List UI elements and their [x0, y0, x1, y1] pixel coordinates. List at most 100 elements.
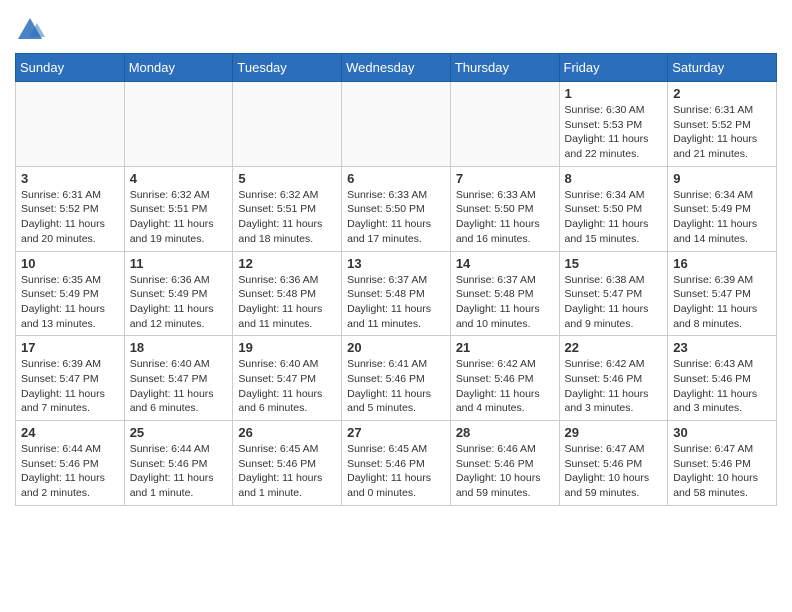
calendar-cell: 9 Sunrise: 6:34 AM Sunset: 5:49 PM Daylig… [668, 166, 777, 251]
calendar-cell [233, 82, 342, 167]
calendar-cell: 25 Sunrise: 6:44 AM Sunset: 5:46 PM Dayli… [124, 421, 233, 506]
logo-icon [15, 15, 45, 45]
calendar-week-row: 24 Sunrise: 6:44 AM Sunset: 5:46 PM Dayli… [16, 421, 777, 506]
calendar-cell: 27 Sunrise: 6:45 AM Sunset: 5:46 PM Dayli… [342, 421, 451, 506]
day-info: Sunrise: 6:31 AM Sunset: 5:52 PM Dayligh… [21, 188, 119, 247]
calendar-cell: 20 Sunrise: 6:41 AM Sunset: 5:46 PM Dayli… [342, 336, 451, 421]
day-info: Sunrise: 6:36 AM Sunset: 5:48 PM Dayligh… [238, 273, 336, 332]
day-info: Sunrise: 6:44 AM Sunset: 5:46 PM Dayligh… [130, 442, 228, 501]
calendar-week-row: 10 Sunrise: 6:35 AM Sunset: 5:49 PM Dayli… [16, 251, 777, 336]
day-info: Sunrise: 6:47 AM Sunset: 5:46 PM Dayligh… [565, 442, 663, 501]
calendar-cell: 7 Sunrise: 6:33 AM Sunset: 5:50 PM Daylig… [450, 166, 559, 251]
calendar-cell: 13 Sunrise: 6:37 AM Sunset: 5:48 PM Dayli… [342, 251, 451, 336]
calendar-cell [16, 82, 125, 167]
day-number: 14 [456, 256, 554, 271]
day-info: Sunrise: 6:34 AM Sunset: 5:49 PM Dayligh… [673, 188, 771, 247]
day-number: 13 [347, 256, 445, 271]
day-number: 16 [673, 256, 771, 271]
calendar-cell: 8 Sunrise: 6:34 AM Sunset: 5:50 PM Daylig… [559, 166, 668, 251]
calendar-week-row: 3 Sunrise: 6:31 AM Sunset: 5:52 PM Daylig… [16, 166, 777, 251]
day-info: Sunrise: 6:37 AM Sunset: 5:48 PM Dayligh… [347, 273, 445, 332]
day-number: 19 [238, 340, 336, 355]
day-number: 17 [21, 340, 119, 355]
day-number: 3 [21, 171, 119, 186]
calendar-cell: 16 Sunrise: 6:39 AM Sunset: 5:47 PM Dayli… [668, 251, 777, 336]
calendar-cell: 19 Sunrise: 6:40 AM Sunset: 5:47 PM Dayli… [233, 336, 342, 421]
day-number: 10 [21, 256, 119, 271]
calendar-cell: 6Sunrise: 6:33 AM Sunset: 5:50 PM Daylig… [342, 166, 451, 251]
day-number: 9 [673, 171, 771, 186]
day-number: 8 [565, 171, 663, 186]
calendar-table: SundayMondayTuesdayWednesdayThursdayFrid… [15, 53, 777, 506]
calendar-cell: 18 Sunrise: 6:40 AM Sunset: 5:47 PM Dayli… [124, 336, 233, 421]
weekday-header: Monday [124, 54, 233, 82]
calendar-cell: 17 Sunrise: 6:39 AM Sunset: 5:47 PM Dayli… [16, 336, 125, 421]
calendar-cell: 26 Sunrise: 6:45 AM Sunset: 5:46 PM Dayli… [233, 421, 342, 506]
day-number: 5 [238, 171, 336, 186]
day-info: Sunrise: 6:33 AM Sunset: 5:50 PM Dayligh… [347, 188, 445, 247]
day-info: Sunrise: 6:45 AM Sunset: 5:46 PM Dayligh… [347, 442, 445, 501]
weekday-header: Friday [559, 54, 668, 82]
day-info: Sunrise: 6:32 AM Sunset: 5:51 PM Dayligh… [130, 188, 228, 247]
day-info: Sunrise: 6:38 AM Sunset: 5:47 PM Dayligh… [565, 273, 663, 332]
day-number: 26 [238, 425, 336, 440]
weekday-header: Thursday [450, 54, 559, 82]
day-info: Sunrise: 6:34 AM Sunset: 5:50 PM Dayligh… [565, 188, 663, 247]
calendar-cell: 29Sunrise: 6:47 AM Sunset: 5:46 PM Dayli… [559, 421, 668, 506]
day-info: Sunrise: 6:39 AM Sunset: 5:47 PM Dayligh… [673, 273, 771, 332]
day-number: 18 [130, 340, 228, 355]
day-info: Sunrise: 6:41 AM Sunset: 5:46 PM Dayligh… [347, 357, 445, 416]
calendar-cell: 12 Sunrise: 6:36 AM Sunset: 5:48 PM Dayli… [233, 251, 342, 336]
weekday-header: Wednesday [342, 54, 451, 82]
day-info: Sunrise: 6:45 AM Sunset: 5:46 PM Dayligh… [238, 442, 336, 501]
day-info: Sunrise: 6:33 AM Sunset: 5:50 PM Dayligh… [456, 188, 554, 247]
calendar-cell: 4Sunrise: 6:32 AM Sunset: 5:51 PM Daylig… [124, 166, 233, 251]
calendar-cell: 24 Sunrise: 6:44 AM Sunset: 5:46 PM Dayli… [16, 421, 125, 506]
calendar-cell [124, 82, 233, 167]
calendar-cell: 30 Sunrise: 6:47 AM Sunset: 5:46 PM Dayli… [668, 421, 777, 506]
day-number: 7 [456, 171, 554, 186]
calendar-cell: 1Sunrise: 6:30 AM Sunset: 5:53 PM Daylig… [559, 82, 668, 167]
page-container: SundayMondayTuesdayWednesdayThursdayFrid… [0, 0, 792, 516]
day-number: 23 [673, 340, 771, 355]
calendar-cell: 14Sunrise: 6:37 AM Sunset: 5:48 PM Dayli… [450, 251, 559, 336]
calendar-cell: 15 Sunrise: 6:38 AM Sunset: 5:47 PM Dayli… [559, 251, 668, 336]
calendar-cell: 23 Sunrise: 6:43 AM Sunset: 5:46 PM Dayli… [668, 336, 777, 421]
calendar-cell: 22 Sunrise: 6:42 AM Sunset: 5:46 PM Dayli… [559, 336, 668, 421]
day-info: Sunrise: 6:32 AM Sunset: 5:51 PM Dayligh… [238, 188, 336, 247]
calendar-cell: 5 Sunrise: 6:32 AM Sunset: 5:51 PM Daylig… [233, 166, 342, 251]
day-info: Sunrise: 6:39 AM Sunset: 5:47 PM Dayligh… [21, 357, 119, 416]
calendar-cell [342, 82, 451, 167]
day-info: Sunrise: 6:47 AM Sunset: 5:46 PM Dayligh… [673, 442, 771, 501]
weekday-header: Saturday [668, 54, 777, 82]
day-info: Sunrise: 6:30 AM Sunset: 5:53 PM Dayligh… [565, 103, 663, 162]
day-number: 15 [565, 256, 663, 271]
day-info: Sunrise: 6:42 AM Sunset: 5:46 PM Dayligh… [565, 357, 663, 416]
weekday-header-row: SundayMondayTuesdayWednesdayThursdayFrid… [16, 54, 777, 82]
day-info: Sunrise: 6:36 AM Sunset: 5:49 PM Dayligh… [130, 273, 228, 332]
day-number: 20 [347, 340, 445, 355]
weekday-header: Sunday [16, 54, 125, 82]
header [15, 10, 777, 45]
day-number: 22 [565, 340, 663, 355]
day-number: 27 [347, 425, 445, 440]
calendar-cell [450, 82, 559, 167]
calendar-week-row: 17 Sunrise: 6:39 AM Sunset: 5:47 PM Dayli… [16, 336, 777, 421]
calendar-cell: 11Sunrise: 6:36 AM Sunset: 5:49 PM Dayli… [124, 251, 233, 336]
day-info: Sunrise: 6:46 AM Sunset: 5:46 PM Dayligh… [456, 442, 554, 501]
day-info: Sunrise: 6:40 AM Sunset: 5:47 PM Dayligh… [130, 357, 228, 416]
day-number: 12 [238, 256, 336, 271]
day-number: 24 [21, 425, 119, 440]
day-number: 30 [673, 425, 771, 440]
day-number: 21 [456, 340, 554, 355]
calendar-cell: 2Sunrise: 6:31 AM Sunset: 5:52 PM Daylig… [668, 82, 777, 167]
calendar-cell: 21Sunrise: 6:42 AM Sunset: 5:46 PM Dayli… [450, 336, 559, 421]
calendar-cell: 3 Sunrise: 6:31 AM Sunset: 5:52 PM Daylig… [16, 166, 125, 251]
calendar-cell: 28Sunrise: 6:46 AM Sunset: 5:46 PM Dayli… [450, 421, 559, 506]
day-info: Sunrise: 6:40 AM Sunset: 5:47 PM Dayligh… [238, 357, 336, 416]
day-info: Sunrise: 6:44 AM Sunset: 5:46 PM Dayligh… [21, 442, 119, 501]
logo [15, 15, 49, 45]
day-info: Sunrise: 6:35 AM Sunset: 5:49 PM Dayligh… [21, 273, 119, 332]
day-number: 25 [130, 425, 228, 440]
day-info: Sunrise: 6:43 AM Sunset: 5:46 PM Dayligh… [673, 357, 771, 416]
